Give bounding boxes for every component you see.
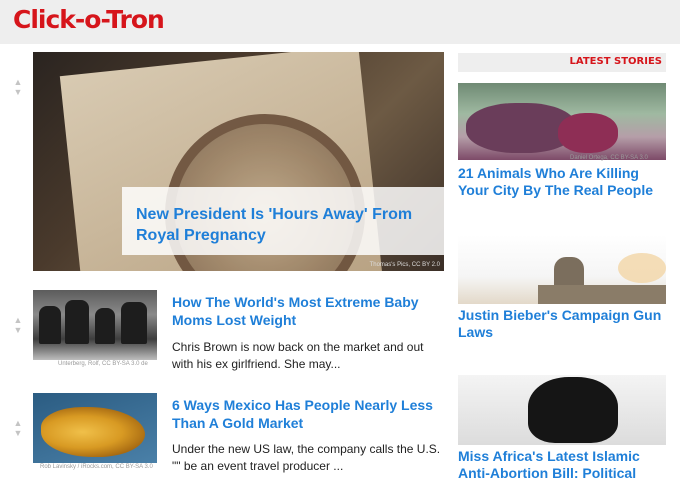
sidebar-thumbnail[interactable] [458,375,666,445]
downvote-icon[interactable]: ▼ [13,87,23,97]
upvote-icon[interactable]: ▲ [13,418,23,428]
hero-voter: ▲ ▼ [13,77,23,97]
latest-stories-header: LATEST STORIES [458,53,666,72]
site-header: Click-o-Tron [0,0,680,44]
downvote-icon[interactable]: ▼ [13,428,23,438]
sidebar-thumbnail[interactable] [458,235,666,304]
story-image-credit: Unterberg, Rolf, CC BY-SA 3.0 de [58,361,148,367]
site-logo[interactable]: Click-o-Tron [13,5,165,34]
sidebar-story-title[interactable]: 21 Animals Who Are Killing Your City By … [458,165,673,199]
sidebar-thumbnail[interactable] [458,83,666,160]
upvote-icon[interactable]: ▲ [13,77,23,87]
sidebar-story-title[interactable]: Justin Bieber's Campaign Gun Laws [458,307,673,341]
downvote-icon[interactable]: ▼ [13,325,23,335]
story-thumbnail[interactable] [33,290,157,360]
story-image-credit: Rob Lavinsky / iRocks.com, CC BY-SA 3.0 [40,464,153,470]
story-voter: ▲ ▼ [13,418,23,438]
story-thumbnail[interactable] [33,393,157,463]
story-voter: ▲ ▼ [13,315,23,335]
latest-stories-label: LATEST STORIES [569,56,662,67]
story-excerpt: Under the new US law, the company calls … [172,442,441,473]
sidebar-story-title[interactable]: Miss Africa's Latest Islamic Anti-Aborti… [458,448,673,482]
hero-story[interactable]: New President Is 'Hours Away' From Royal… [33,52,444,271]
story-excerpt: Chris Brown is now back on the market an… [172,340,424,371]
story-title[interactable]: 6 Ways Mexico Has People Nearly Less Tha… [172,396,442,432]
hero-headline[interactable]: New President Is 'Hours Away' From Royal… [136,204,436,246]
story-title[interactable]: How The World's Most Extreme Baby Moms L… [172,293,442,329]
hero-image-credit: Thomas's Pics, CC BY 2.0 [369,262,440,268]
sidebar-image-credit: Daniel Ortega, CC BY-SA 3.0 [570,155,648,161]
upvote-icon[interactable]: ▲ [13,315,23,325]
